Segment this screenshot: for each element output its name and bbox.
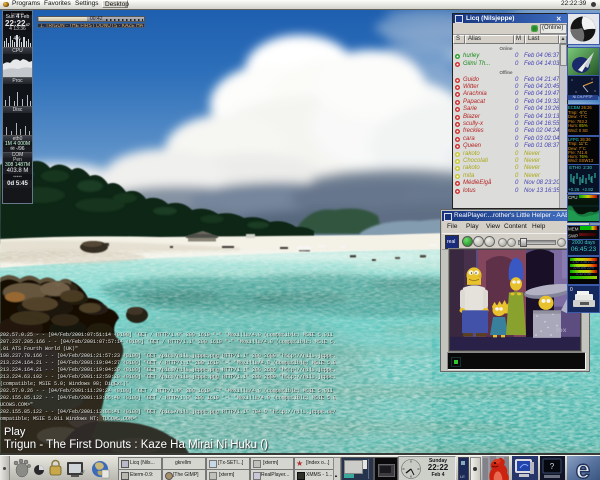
svg-text:e: e	[576, 456, 590, 480]
svg-text:4%: 4%	[13, 36, 21, 42]
svg-text:fox: fox	[556, 327, 567, 334]
svg-text:?: ?	[550, 462, 555, 471]
